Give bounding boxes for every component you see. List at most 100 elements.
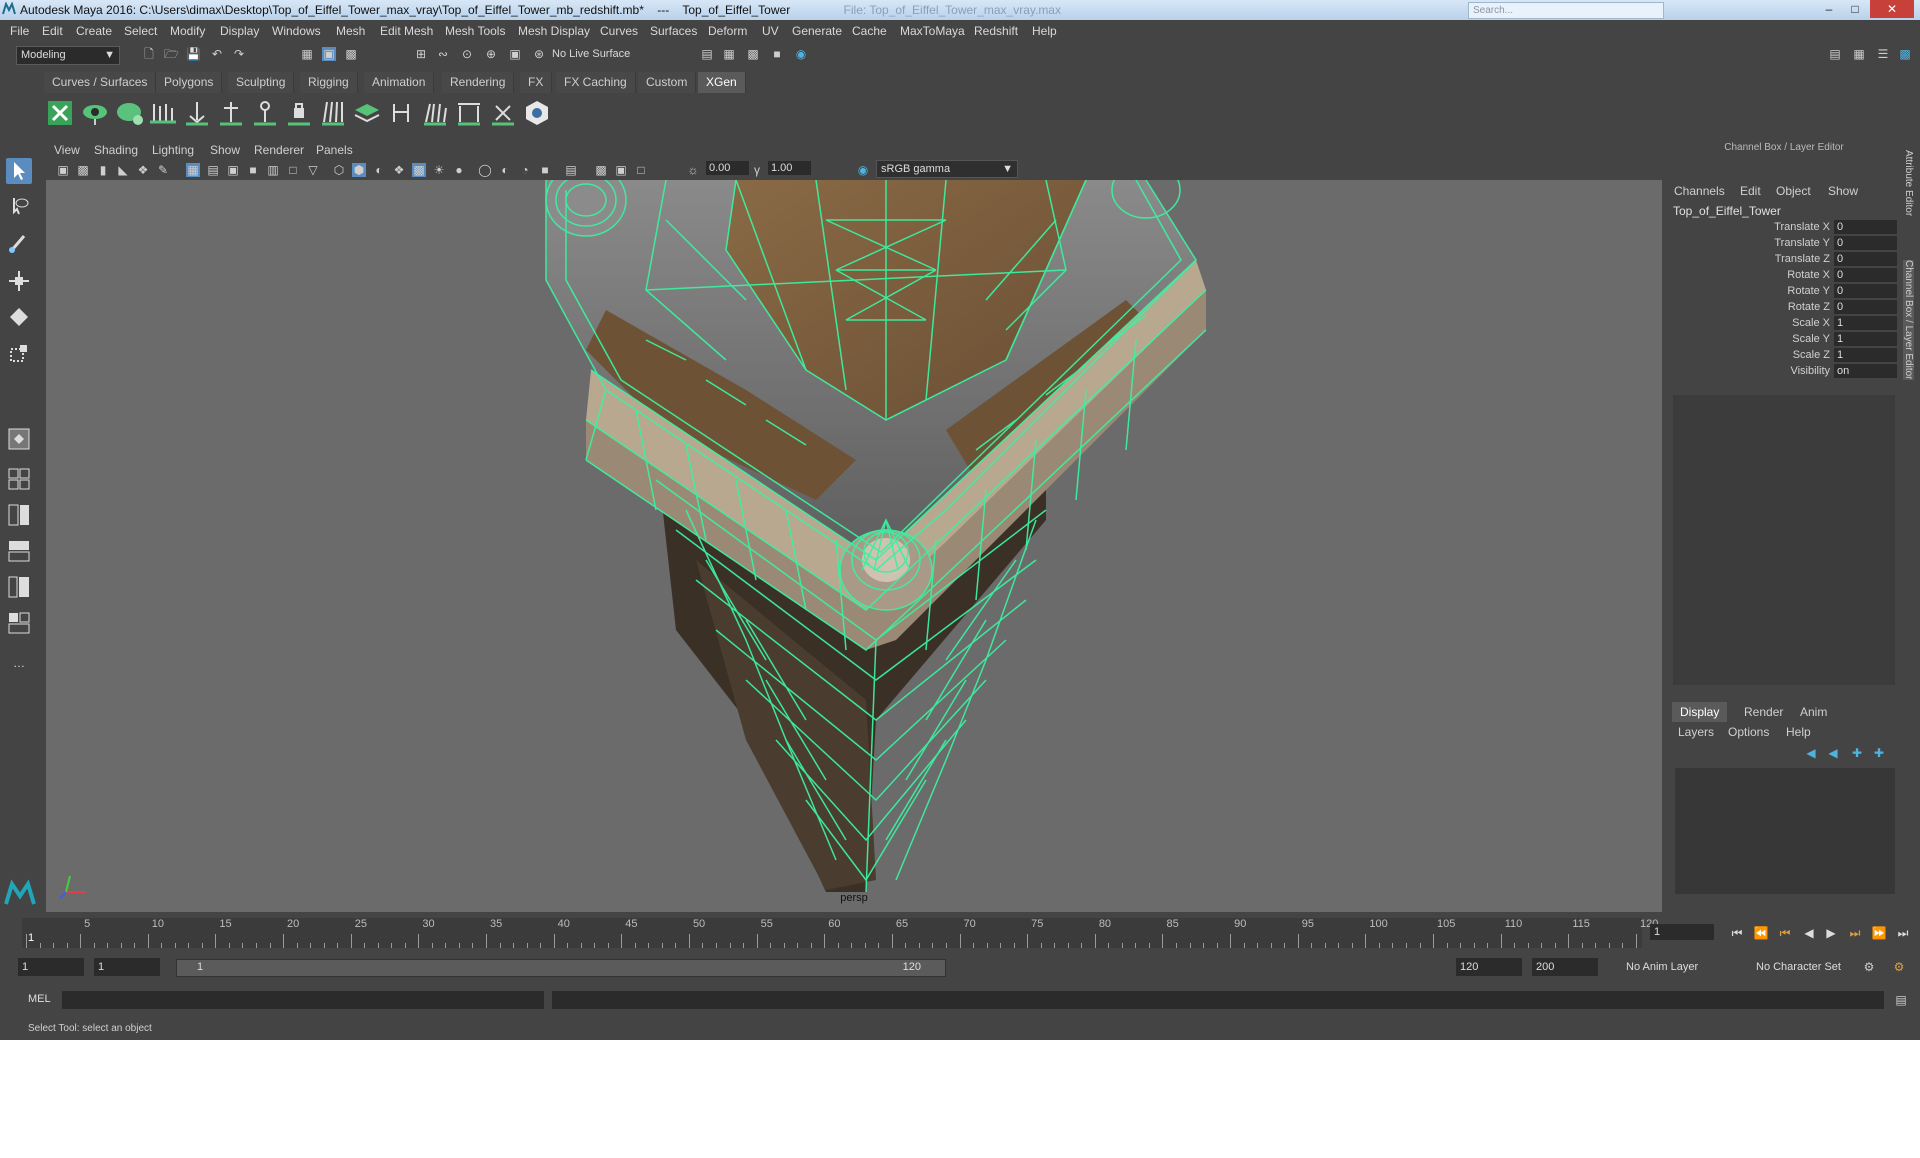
snap-plane-icon[interactable]: ▣ (508, 47, 522, 61)
select-component-icon[interactable]: ▩ (344, 47, 358, 61)
shelf-tab-xgen[interactable]: XGen (698, 72, 746, 93)
viewport-menu-lighting[interactable]: Lighting (152, 143, 194, 157)
shelf-tab-fx-caching[interactable]: FX Caching (556, 72, 636, 93)
playback-end-field[interactable]: 120 (1456, 958, 1522, 976)
render-frame-icon[interactable]: ▦ (722, 47, 736, 61)
step-forward-frame-icon[interactable]: ⏩ (1870, 924, 1888, 942)
snap-curve-icon[interactable]: ∾ (436, 47, 450, 61)
new-layer-icon[interactable]: ✚ (1850, 746, 1864, 760)
gamma-field[interactable]: 1.00 (768, 161, 811, 175)
xgen-preview-icon[interactable] (80, 98, 110, 128)
xray-icon[interactable]: ▩ (594, 163, 608, 177)
eiffel-tower-top-model[interactable] (46, 180, 1662, 912)
single-perspective-layout-icon[interactable] (6, 426, 32, 452)
menu-uv[interactable]: UV (762, 24, 779, 38)
snap-surface-icon[interactable]: ⊕ (484, 47, 498, 61)
snap-grid-icon[interactable]: ⊞ (414, 47, 428, 61)
save-scene-icon[interactable]: 💾 (186, 47, 201, 61)
rotate-tool-icon[interactable] (6, 304, 32, 330)
xgen-bend-guide-icon[interactable] (250, 98, 280, 128)
menu-mesh-display[interactable]: Mesh Display (518, 24, 590, 38)
xgen-normalize-guides-icon[interactable] (454, 98, 484, 128)
go-to-start-icon[interactable]: ⏮ (1728, 924, 1746, 942)
play-backwards-icon[interactable]: ◀ (1800, 924, 1818, 942)
attr-rotate-z[interactable]: Rotate Z 0 (1668, 300, 1900, 316)
shelf-tab-custom[interactable]: Custom (638, 72, 697, 93)
viewport-menu-renderer[interactable]: Renderer (254, 143, 304, 157)
ipr-render-icon[interactable]: ▩ (746, 47, 760, 61)
shelf-tab-curves-surfaces[interactable]: Curves / Surfaces (44, 72, 157, 93)
grid-icon[interactable]: ▦ (186, 163, 200, 177)
attribute-editor-tab[interactable]: Attribute Editor (1903, 150, 1914, 216)
layer-tab-render[interactable]: Render (1736, 702, 1791, 722)
make-live-icon[interactable]: ⊛ (532, 47, 546, 61)
auto-key-icon[interactable]: ⚙ (1862, 960, 1876, 974)
camera-select-icon[interactable]: ▣ (56, 163, 70, 177)
menu-maxtomaya[interactable]: MaxToMaya (900, 24, 965, 38)
screen-space-ao-icon[interactable]: ◯ (478, 163, 492, 177)
character-set-dropdown[interactable]: No Character Set (1756, 958, 1841, 976)
hypershade-icon[interactable]: ◉ (794, 47, 808, 61)
redo-icon[interactable]: ↷ (232, 47, 246, 61)
wireframe-on-shaded-icon[interactable]: ❖ (392, 163, 406, 177)
gate-mask-icon[interactable]: ■ (246, 163, 260, 177)
attr-scale-x[interactable]: Scale X 1 (1668, 316, 1900, 332)
paint-select-tool-icon[interactable] (6, 230, 32, 256)
view-transform-dropdown[interactable]: sRGB gamma ▼ (876, 160, 1018, 178)
menu-cache[interactable]: Cache (852, 24, 887, 38)
attr-translate-y[interactable]: Translate Y 0 (1668, 236, 1900, 252)
use-all-lights-icon[interactable]: ☀ (432, 163, 446, 177)
animation-start-field[interactable]: 1 (18, 958, 84, 976)
animation-preferences-icon[interactable]: ⚙ (1892, 960, 1906, 974)
motion-blur-icon[interactable]: ◐ (498, 163, 512, 177)
gamma-icon[interactable]: γ (750, 163, 764, 177)
layer-menu-options[interactable]: Options (1728, 725, 1769, 739)
menu-edit[interactable]: Edit (42, 24, 63, 38)
scale-tool-icon[interactable] (6, 340, 32, 366)
channel-box-toggle-icon[interactable]: ▩ (1898, 47, 1912, 61)
tool-settings-toggle-icon[interactable]: ☰ (1876, 47, 1890, 61)
menu-mesh-tools[interactable]: Mesh Tools (445, 24, 505, 38)
select-tool-icon[interactable] (6, 158, 32, 184)
selected-object-name[interactable]: Top_of_Eiffel_Tower (1673, 204, 1781, 218)
step-back-frame-icon[interactable]: ⏪ (1752, 924, 1770, 942)
color-management-icon[interactable]: ◉ (856, 163, 870, 177)
undo-icon[interactable]: ↶ (210, 47, 224, 61)
attr-value[interactable]: 0 (1834, 252, 1897, 266)
textured-icon[interactable]: ▩ (412, 163, 426, 177)
xgen-interactive-groom-icon[interactable] (522, 98, 552, 128)
attr-visibility[interactable]: Visibility on (1668, 364, 1900, 380)
menu-file[interactable]: File (10, 24, 29, 38)
menu-select[interactable]: Select (124, 24, 157, 38)
viewport-menu-panels[interactable]: Panels (316, 143, 353, 157)
use-default-material-icon[interactable]: ◐ (372, 163, 386, 177)
new-layer-selected-icon[interactable]: ✚ (1872, 746, 1886, 760)
anim-layer-dropdown[interactable]: No Anim Layer (1626, 958, 1698, 976)
close-button[interactable]: ✕ (1870, 0, 1914, 18)
attr-translate-z[interactable]: Translate Z 0 (1668, 252, 1900, 268)
channel-menu-object[interactable]: Object (1776, 184, 1811, 198)
xgen-curves-to-guides-icon[interactable] (420, 98, 450, 128)
layer-menu-layers[interactable]: Layers (1678, 725, 1714, 739)
four-view-layout-icon[interactable] (6, 466, 32, 492)
render-view-icon[interactable]: ▤ (700, 47, 714, 61)
menu-surfaces[interactable]: Surfaces (650, 24, 697, 38)
command-input[interactable] (62, 991, 544, 1009)
safe-title-icon[interactable]: ▽ (306, 163, 320, 177)
grease-pencil-icon[interactable]: ✎ (156, 163, 170, 177)
menu-redshift[interactable]: Redshift (974, 24, 1018, 38)
two-d-pan-zoom-icon[interactable]: ❖ (136, 163, 150, 177)
shelf-tab-animation[interactable]: Animation (364, 72, 435, 93)
render-settings-icon[interactable]: ■ (770, 47, 784, 61)
camera-attributes-icon[interactable]: ▩ (76, 163, 90, 177)
move-layer-down-icon[interactable]: ◀ (1826, 746, 1840, 760)
range-slider-bar[interactable]: 1 120 (176, 959, 946, 977)
current-frame-field[interactable]: 1 (1650, 924, 1714, 940)
minimize-button[interactable]: – (1816, 0, 1842, 18)
menu-windows[interactable]: Windows (272, 24, 321, 38)
attr-value[interactable]: 0 (1834, 236, 1897, 250)
exposure-field[interactable]: 0.00 (706, 161, 749, 175)
menu-set-dropdown[interactable]: Modeling ▼ (16, 46, 120, 65)
menu-edit-mesh[interactable]: Edit Mesh (380, 24, 433, 38)
attr-rotate-x[interactable]: Rotate X 0 (1668, 268, 1900, 284)
